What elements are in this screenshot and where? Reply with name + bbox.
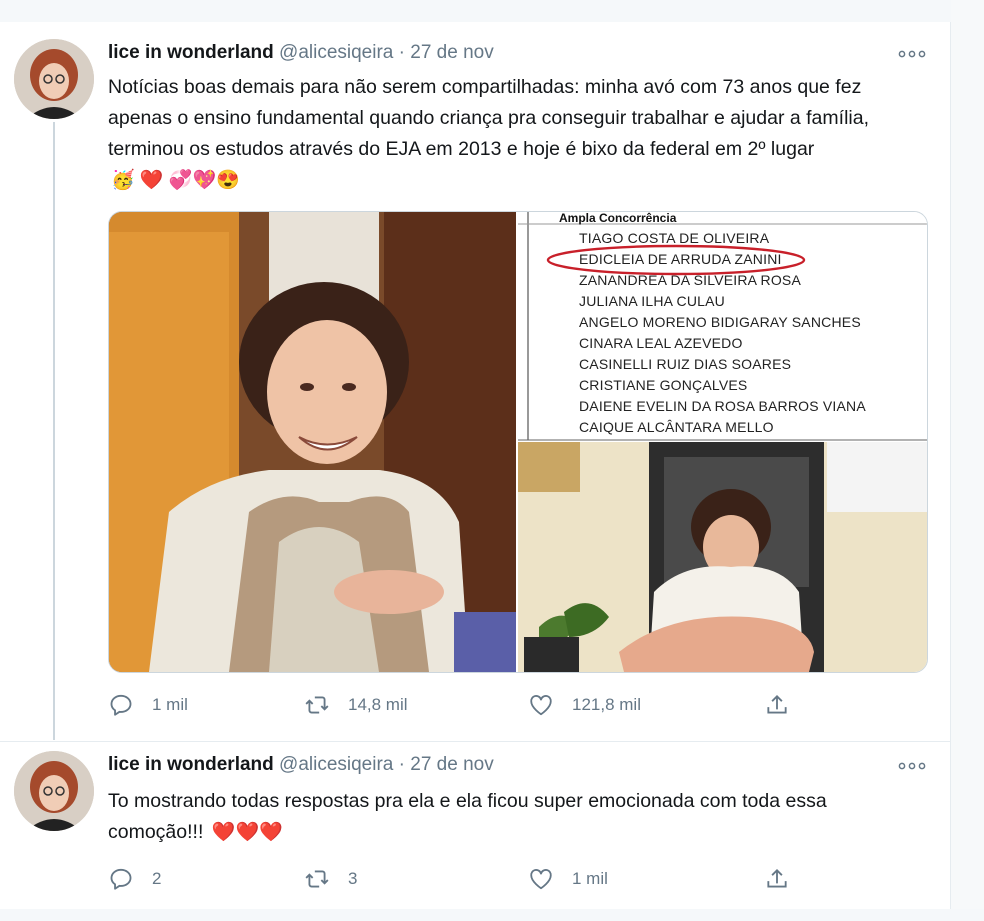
- retweet-icon: [305, 870, 329, 888]
- avatar[interactable]: [14, 39, 94, 119]
- tweet-body: Notícias boas demais para não serem comp…: [108, 76, 869, 160]
- more-icon[interactable]: [896, 756, 928, 776]
- list-item-name: CINARA LEAL AZEVEDO: [579, 335, 743, 351]
- timestamp[interactable]: 27 de nov: [410, 42, 493, 63]
- handle[interactable]: @alicesiqeira: [279, 754, 393, 775]
- reply-button[interactable]: 2: [108, 864, 161, 894]
- media-grid: Ampla Concorrência TIAGO COSTA DE OLIVEI…: [109, 212, 927, 672]
- photo-grandmother-door: [518, 442, 927, 672]
- separator: ·: [398, 42, 405, 63]
- timestamp[interactable]: 27 de nov: [410, 754, 493, 775]
- top-strip: [0, 0, 984, 23]
- list-item-name: TIAGO COSTA DE OLIVEIRA: [579, 230, 770, 246]
- retweet-count: 3: [348, 869, 358, 888]
- list-header: Ampla Concorrência: [559, 212, 677, 225]
- avatar-image: [14, 39, 94, 119]
- emoji-group: 🥳 ❤️ 💞💖😍: [111, 170, 240, 191]
- list-item-name: DAIENE EVELIN DA ROSA BARROS VIANA: [579, 398, 866, 414]
- like-icon: [530, 869, 552, 890]
- list-item-name: JULIANA ILHA CULAU: [579, 293, 725, 309]
- list-item-name: EDICLEIA DE ARRUDA ZANINI: [579, 251, 782, 267]
- tweet-text: To mostrando todas respostas pra ela e e…: [108, 786, 908, 848]
- avatar-image: [14, 751, 94, 831]
- list-item-name: CASINELLI RUIZ DIAS SOARES: [579, 356, 791, 372]
- avatar[interactable]: [14, 751, 94, 831]
- list-item-name: CAIQUE ALCÂNTARA MELLO: [579, 419, 774, 435]
- like-count: 1 mil: [572, 869, 608, 888]
- thread-line: [53, 122, 55, 740]
- tweet-header: lice in wonderland @alicesiqeira · 27 de…: [108, 42, 494, 68]
- bottom-strip: [0, 909, 984, 921]
- retweet-icon: [305, 696, 329, 714]
- retweet-count: 14,8 mil: [348, 695, 408, 714]
- share-icon: [767, 695, 787, 714]
- tweet-actions: 1 mil 14,8 mil 121,8 mil: [108, 690, 808, 720]
- tweet-media[interactable]: Ampla Concorrência TIAGO COSTA DE OLIVEI…: [108, 211, 928, 673]
- separator: ·: [398, 754, 405, 775]
- reply-icon: [110, 868, 132, 890]
- list-item-name: ANGELO MORENO BIDIGARAY SANCHES: [579, 314, 861, 330]
- retweet-button[interactable]: 14,8 mil: [304, 690, 408, 720]
- like-button[interactable]: 1 mil: [528, 864, 608, 894]
- tweet-actions: 2 3 1 mil: [108, 864, 808, 894]
- like-icon: [530, 695, 552, 716]
- reply-count: 2: [152, 869, 162, 888]
- list-item-name: CRISTIANE GONÇALVES: [579, 377, 747, 393]
- display-name[interactable]: lice in wonderland: [108, 42, 274, 63]
- more-icon[interactable]: [896, 44, 928, 64]
- reply-icon: [110, 694, 132, 716]
- reply-count: 1 mil: [152, 695, 188, 714]
- right-gutter: [951, 0, 984, 921]
- like-button[interactable]: 121,8 mil: [528, 690, 641, 720]
- like-count: 121,8 mil: [572, 695, 641, 714]
- handle[interactable]: @alicesiqeira: [279, 42, 393, 63]
- share-button[interactable]: [764, 864, 790, 894]
- tweet-header: lice in wonderland @alicesiqeira · 27 de…: [108, 754, 494, 780]
- tweet-text: Notícias boas demais para não serem comp…: [108, 72, 908, 196]
- share-button[interactable]: [764, 690, 790, 720]
- share-icon: [767, 869, 787, 888]
- display-name[interactable]: lice in wonderland: [108, 754, 274, 775]
- photo-grandmother-portrait: [109, 212, 516, 672]
- retweet-button[interactable]: 3: [304, 864, 357, 894]
- emoji-group: ❤️❤️❤️: [211, 822, 283, 843]
- reply-button[interactable]: 1 mil: [108, 690, 188, 720]
- tweet-divider: [0, 741, 950, 742]
